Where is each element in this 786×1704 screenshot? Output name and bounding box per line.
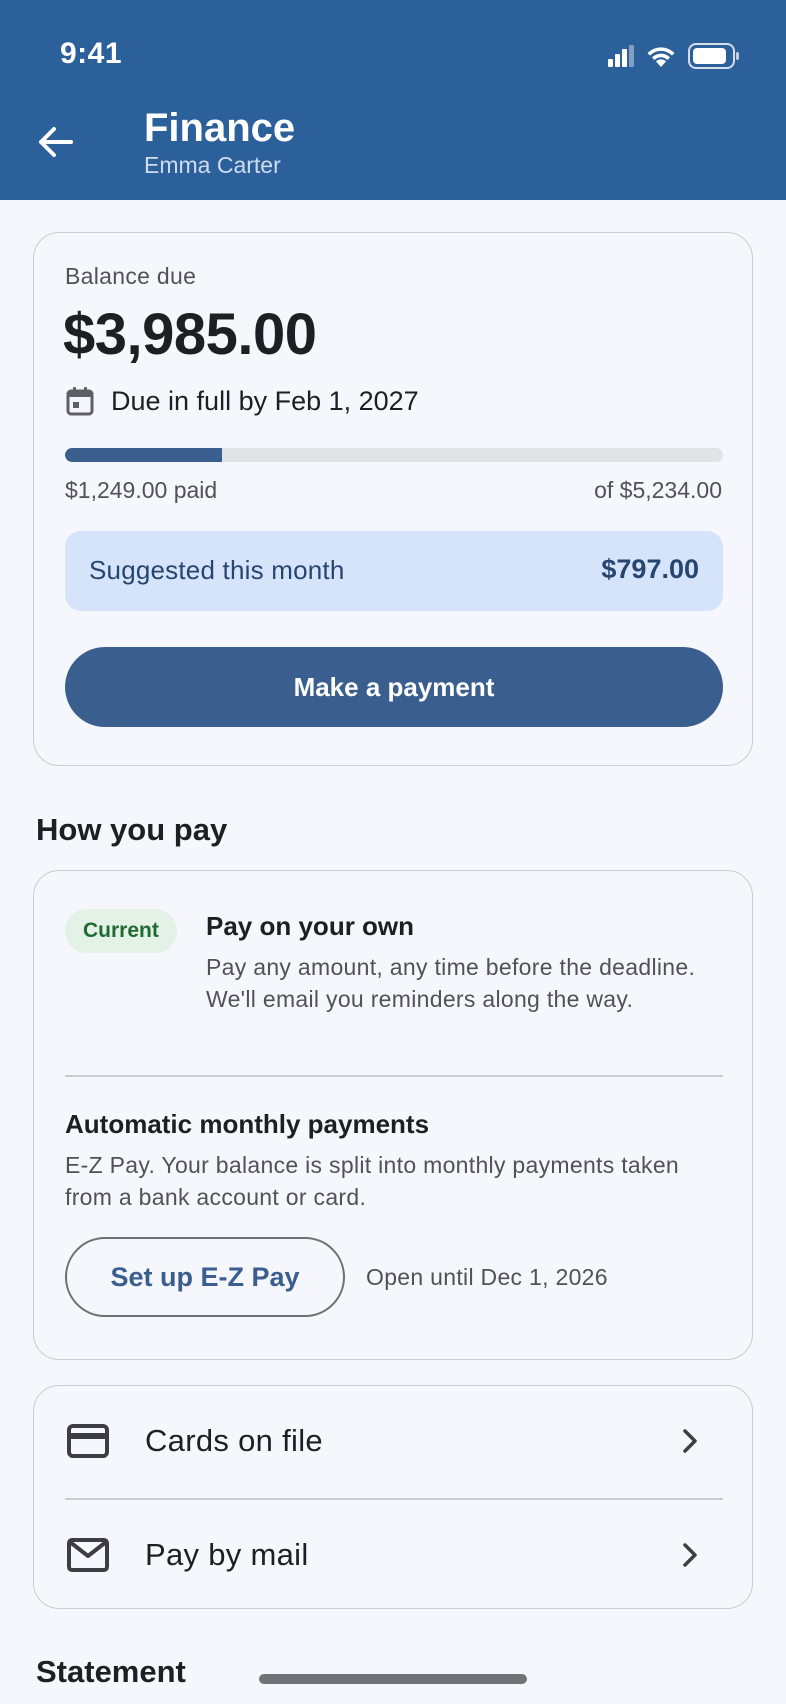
paid-amount: $1,249.00 paid: [65, 477, 218, 503]
how-you-pay-heading: How you pay: [36, 812, 228, 847]
suggested-payment-box: Suggested this month $797.00: [65, 531, 723, 611]
chevron-right-icon: [682, 1428, 698, 1454]
due-date-row: Due in full by Feb 1, 2027: [65, 385, 419, 417]
balance-label: Balance due: [65, 263, 197, 289]
payment-progress-bar: [65, 448, 723, 462]
payment-method-card: Current Pay on your own Pay any amount, …: [33, 870, 753, 1360]
status-bar: 9:41: [0, 0, 786, 110]
page-subtitle: Emma Carter: [144, 152, 281, 178]
auto-pay-description: E-Z Pay. Your balance is split into mont…: [65, 1152, 680, 1210]
auto-pay-title: Automatic monthly payments: [65, 1109, 430, 1139]
ez-pay-open-until: Open until Dec 1, 2026: [366, 1264, 608, 1290]
payment-links-card: Cards on file Pay by mail: [33, 1385, 753, 1609]
balance-card: Balance due $3,985.00 Due in full by Feb…: [33, 232, 753, 766]
balance-amount: $3,985.00: [63, 302, 317, 367]
wifi-icon: [647, 47, 675, 67]
battery-icon: [688, 43, 739, 69]
pay-by-mail-label: Pay by mail: [145, 1537, 309, 1572]
statement-heading: Statement: [36, 1654, 186, 1689]
current-badge: Current: [65, 909, 177, 953]
pay-own-description: Pay any amount, any time before the dead…: [206, 954, 696, 1012]
setup-ez-pay-button[interactable]: Set up E-Z Pay: [65, 1237, 345, 1317]
status-time: 9:41: [60, 37, 123, 70]
chevron-right-icon: [682, 1542, 698, 1568]
calendar-icon: [66, 387, 94, 416]
divider: [65, 1075, 723, 1077]
make-payment-button[interactable]: Make a payment: [65, 647, 723, 727]
credit-card-icon: [67, 1424, 109, 1458]
total-amount: of $5,234.00: [594, 477, 722, 503]
signal-icon: [608, 45, 634, 67]
back-arrow-icon[interactable]: [34, 120, 78, 164]
suggested-label: Suggested this month: [89, 555, 345, 585]
status-icons: [608, 40, 740, 72]
app-header: 9:41 Finance Emma Carter: [0, 0, 786, 200]
suggested-value: $797.00: [601, 554, 699, 584]
payment-progress-fill: [65, 448, 223, 462]
list-item-pay-by-mail[interactable]: Pay by mail: [34, 1500, 754, 1610]
home-indicator[interactable]: [259, 1674, 527, 1684]
pay-own-title: Pay on your own: [206, 911, 415, 941]
due-date-text: Due in full by Feb 1, 2027: [111, 385, 419, 416]
mail-icon: [67, 1538, 109, 1572]
cards-on-file-label: Cards on file: [145, 1423, 323, 1458]
page-title: Finance: [144, 106, 296, 150]
list-item-cards-on-file[interactable]: Cards on file: [34, 1386, 754, 1496]
